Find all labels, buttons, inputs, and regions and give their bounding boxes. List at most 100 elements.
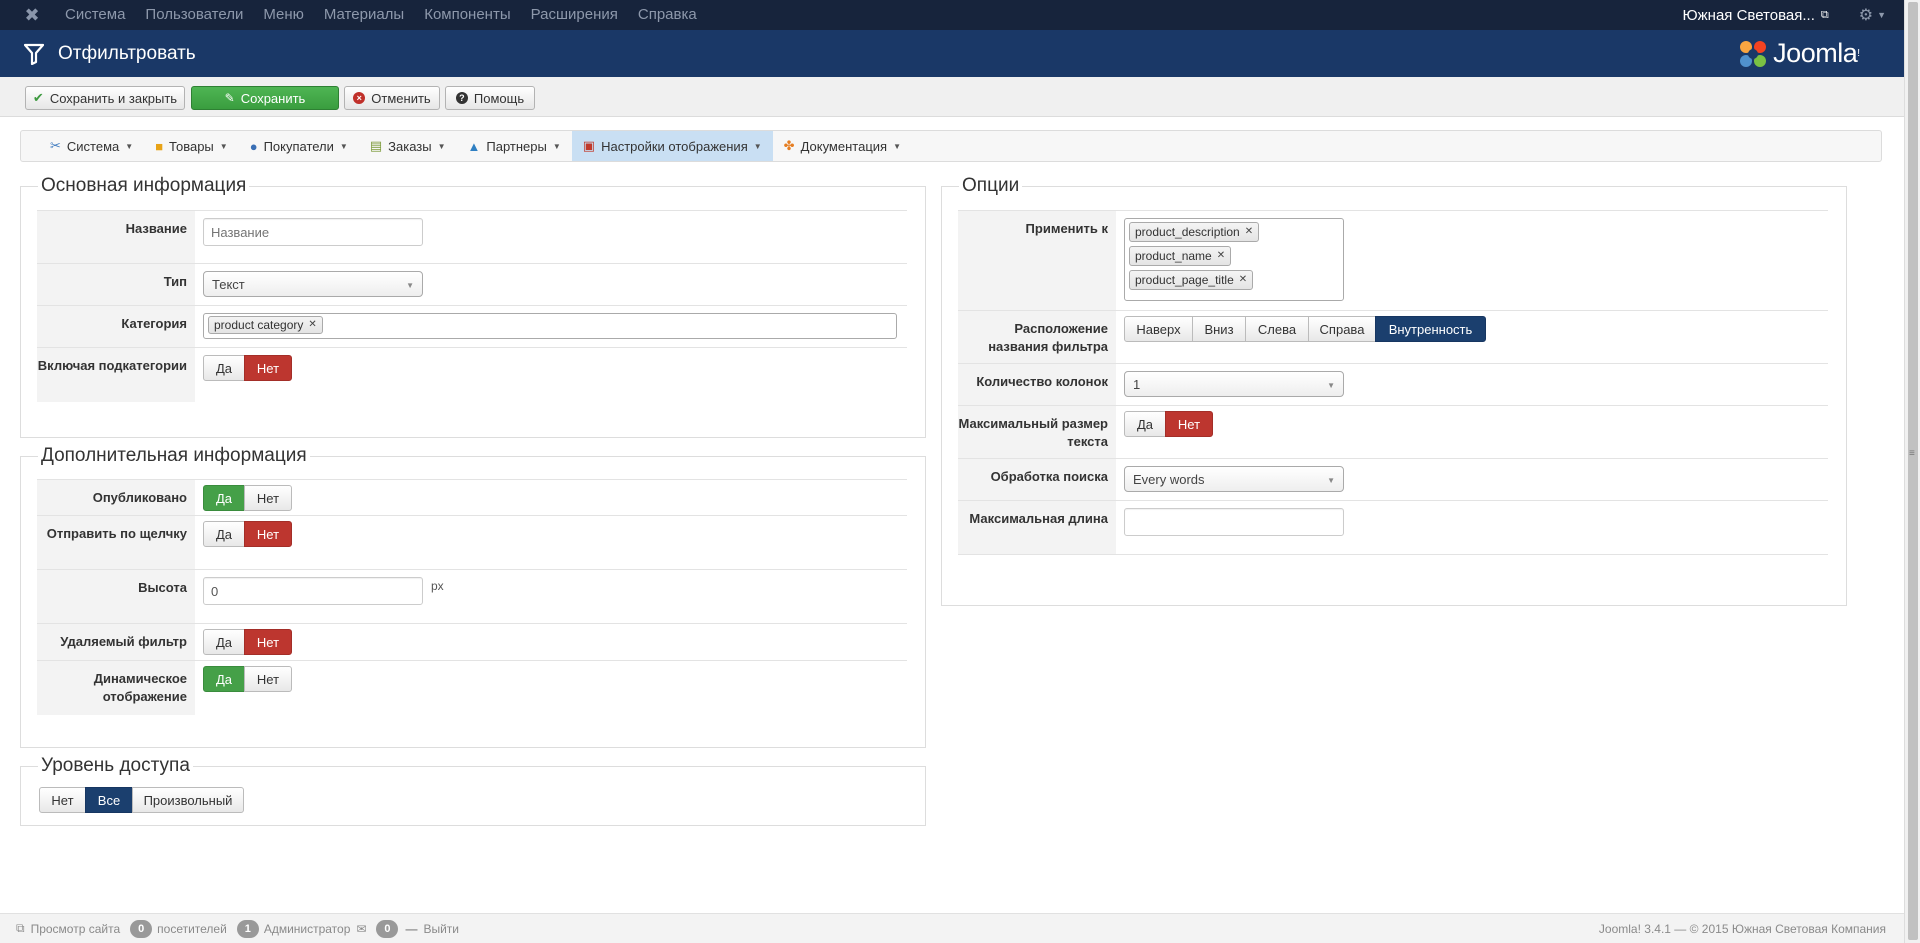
cancel-button[interactable]: × Отменить [344,86,440,110]
position-right-button[interactable]: Справа [1308,316,1376,342]
help-button[interactable]: ? Помощь [445,86,535,110]
height-label: Высота [37,570,195,623]
subcategories-toggle: Да Нет [203,355,292,381]
menu-menus[interactable]: Меню [253,0,314,30]
external-link-icon[interactable]: ⧉ [1821,9,1829,22]
edit-icon: ✎ [224,91,235,105]
remove-chip-icon[interactable]: ✕ [1239,273,1247,287]
max-text-size-row: Максимальный размер текста Да Нет [958,406,1828,459]
caret-down-icon: ▼ [339,141,348,151]
submenu-products[interactable]: ■ Товары ▼ [144,131,239,161]
joomla-brand-logo: Joomla! [1737,38,1860,70]
extra-info-fieldset: Дополнительная информация Опубликовано Д… [20,445,926,748]
max-text-size-yes-button[interactable]: Да [1124,411,1166,437]
height-row: Высота px [37,570,907,624]
box-icon: ■ [155,138,164,154]
visitors-count-badge: 0 [130,919,153,938]
search-processing-label: Обработка поиска [958,459,1116,500]
access-all-button[interactable]: Все [85,787,133,813]
submenu-partners[interactable]: ▲ Партнеры ▼ [457,131,572,161]
joomla-wordmark: Joomla [1773,38,1858,68]
gear-icon[interactable]: ⚙ [1859,5,1873,25]
position-inside-button[interactable]: Внутренность [1375,316,1486,342]
removable-no-button[interactable]: Нет [244,629,292,655]
published-label: Опубликовано [37,480,195,515]
save-button[interactable]: ✎ Сохранить [191,86,339,110]
vertical-scrollbar[interactable]: ≡ [1904,0,1920,943]
submenu-customers[interactable]: ● Покупатели ▼ [239,131,359,161]
subcategories-row: Включая подкатегории Да Нет [37,348,907,402]
removable-yes-button[interactable]: Да [203,629,245,655]
visitors-status: 0 посетителей [120,919,227,938]
menu-users[interactable]: Пользователи [135,0,253,30]
menu-components[interactable]: Компоненты [414,0,520,30]
scrollbar-thumb[interactable] [1908,2,1918,940]
submenu-documentation[interactable]: ✤ Документация ▼ [773,131,912,161]
dynamic-no-button[interactable]: Нет [244,666,292,692]
remove-chip-icon[interactable]: ✕ [1245,225,1253,239]
type-label: Тип [37,264,195,305]
dropdown-arrow-icon: ▼ [406,281,414,290]
menu-content[interactable]: Материалы [314,0,414,30]
subcategories-yes-button[interactable]: Да [203,355,245,381]
max-text-size-no-button[interactable]: Нет [1165,411,1213,437]
dynamic-yes-button[interactable]: Да [203,666,245,692]
menu-system[interactable]: Система [55,0,135,30]
access-custom-button[interactable]: Произвольный [132,787,244,813]
published-no-button[interactable]: Нет [244,485,292,511]
view-site-link[interactable]: ⧉ Просмотр сайта [16,921,120,936]
chevron-down-icon[interactable]: ▼ [1877,10,1886,20]
menu-extensions[interactable]: Расширения [521,0,628,30]
search-processing-value: Every words [1133,472,1205,487]
page-header: Отфильтровать Joomla! [0,30,1904,77]
remove-chip-icon[interactable]: ✕ [1217,249,1225,263]
columns-select[interactable]: 1 ▼ [1124,371,1344,397]
subcategories-no-button[interactable]: Нет [244,355,292,381]
joomla-logo-icon[interactable]: ✖ [15,0,49,30]
search-processing-row: Обработка поиска Every words ▼ [958,459,1828,501]
name-input[interactable] [203,218,423,246]
display-icon: ▣ [582,138,596,153]
position-left-button[interactable]: Слева [1245,316,1309,342]
click-submit-label: Отправить по щелчку [37,516,195,569]
menu-help[interactable]: Справка [628,0,707,30]
submenu-display-settings[interactable]: ▣ Настройки отображения ▼ [571,131,773,161]
search-processing-select[interactable]: Every words ▼ [1124,466,1344,492]
messages-count-badge: 0 [376,919,399,938]
save-and-close-button[interactable]: ✔ Сохранить и закрыть [25,86,185,110]
submenu-system[interactable]: ✂ Система ▼ [39,131,144,161]
type-select[interactable]: Текст ▼ [203,271,423,297]
click-submit-toggle: Да Нет [203,521,292,547]
published-toggle: Да Нет [203,485,292,511]
category-chosen-input[interactable]: product category ✕ [203,313,897,339]
height-input[interactable] [203,577,423,605]
logout-link[interactable]: — Выйти [403,922,459,936]
caret-down-icon: ▼ [437,141,446,151]
max-text-size-label: Максимальный размер текста [958,406,1116,458]
category-label: Категория [37,306,195,347]
published-yes-button[interactable]: Да [203,485,245,511]
max-length-input[interactable] [1124,508,1344,536]
dynamic-row: Динамическое отображение Да Нет [37,661,907,715]
submenu-label: Партнеры [486,138,547,154]
dropdown-arrow-icon: ▼ [1327,476,1335,485]
submenu-orders[interactable]: ▤ Заказы ▼ [359,131,457,161]
caret-down-icon: ▼ [125,141,134,151]
dynamic-toggle: Да Нет [203,666,292,692]
click-submit-no-button[interactable]: Нет [244,521,292,547]
click-submit-yes-button[interactable]: Да [203,521,245,547]
save-and-close-label: Сохранить и закрыть [49,90,178,106]
navbar-right: Южная Световая... ⧉ ⚙ ▼ [1682,0,1904,30]
remove-chip-icon[interactable]: ✕ [308,318,316,332]
external-link-icon: ⧉ [16,921,25,935]
access-none-button[interactable]: Нет [39,787,86,813]
site-name-link[interactable]: Южная Световая... [1682,7,1814,24]
apply-to-chosen-input[interactable]: product_description ✕ product_name ✕ produ… [1124,218,1344,301]
copyright-text: Joomla! 3.4.1 — © 2015 Южная Световая Ко… [1598,921,1886,936]
position-bottom-button[interactable]: Вниз [1192,316,1246,342]
caret-down-icon: ▼ [753,141,762,151]
messages-status[interactable]: ✉ 0 [350,919,403,938]
max-length-row: Максимальная длина [958,501,1828,555]
submenu-label: Система [66,138,120,154]
position-top-button[interactable]: Наверх [1124,316,1193,342]
